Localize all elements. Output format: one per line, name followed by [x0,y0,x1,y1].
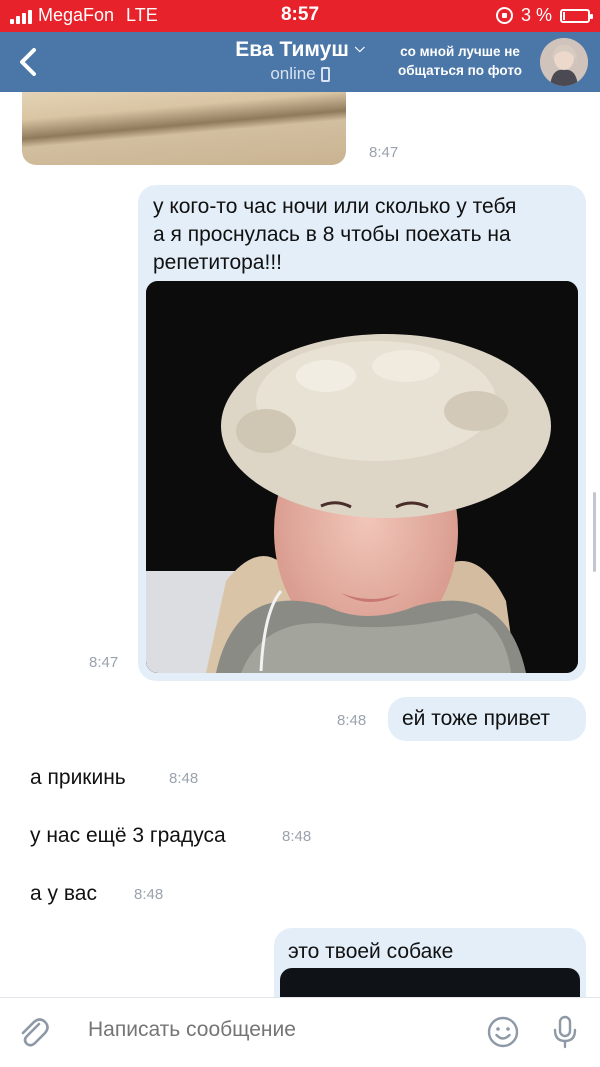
message-input[interactable] [88,1018,448,1042]
message-time: 8:48 [282,828,312,845]
incoming-photo[interactable] [22,92,346,165]
mic-icon[interactable] [550,1014,580,1050]
battery-fill [563,11,565,20]
attached-photo[interactable] [280,968,580,997]
chevron-down-icon: ⌵ [354,40,365,55]
status-bar: MegaFon LTE 8:57 3 % [0,0,600,32]
incoming-message[interactable]: а у вас [30,882,97,906]
message-time: 8:47 [369,144,399,161]
emoji-icon[interactable] [487,1016,519,1048]
message-time: 8:48 [337,712,367,729]
avatar-image [540,38,588,86]
outgoing-message[interactable]: у кого-то час ночи или сколько у тебя а … [138,185,586,681]
attached-photo[interactable] [146,281,578,673]
message-text: это твоей собаке [288,940,454,963]
message-time: 8:48 [169,770,199,787]
outgoing-message[interactable]: это твоей собаке [274,928,586,997]
incoming-message[interactable]: а прикинь [30,766,126,790]
message-list[interactable]: 8:47 у кого-то час ночи или сколько у те… [0,92,600,997]
battery-percent: 3 % [520,5,552,25]
battery-icon [560,8,593,23]
status-bar-right: 3 % [495,5,593,26]
overlay-caption: со мной лучше не общаться по фото [397,44,523,78]
selfie-image [146,281,578,673]
outgoing-message[interactable]: ей тоже привет [388,697,586,741]
message-text: ей тоже привет [402,707,550,730]
incoming-message[interactable]: у нас ещё 3 градуса [30,824,226,848]
orientation-lock-icon [495,7,513,24]
message-composer [0,997,600,1067]
message-time: 8:48 [134,886,164,903]
chat-header: Ева Тимуш ⌵ online со мной лучше не обща… [0,32,600,92]
contact-name: Ева Тимуш [235,38,349,61]
phone-icon [320,66,330,82]
contact-status: online [270,64,316,83]
scrollbar[interactable] [593,492,596,572]
back-arrow-icon[interactable] [14,44,44,80]
contact-info[interactable]: Ева Тимуш ⌵ online [210,38,390,84]
attach-icon[interactable] [16,1014,50,1050]
avatar[interactable] [540,38,588,86]
message-text: у кого-то час ночи или сколько у тебя а … [153,195,517,274]
message-time: 8:47 [89,654,119,671]
